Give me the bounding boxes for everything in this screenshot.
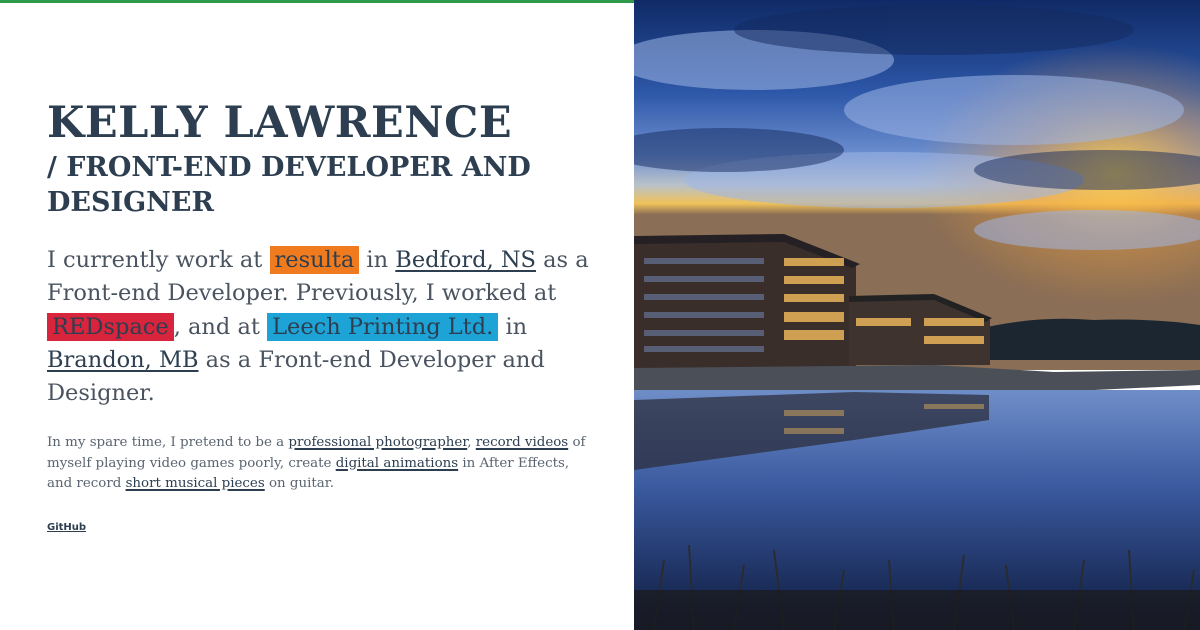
hobbies-paragraph: In my spare time, I pretend to be a prof… <box>47 433 587 495</box>
animations-link[interactable]: digital animations <box>336 456 458 471</box>
intro-panel: KELLY LAWRENCE / FRONT-END DEVELOPER AND… <box>0 0 634 630</box>
intro-text: in <box>359 247 396 273</box>
github-link[interactable]: GitHub <box>47 522 86 533</box>
intro-text: , and at <box>173 313 268 340</box>
page-title: KELLY LAWRENCE <box>47 98 513 148</box>
hero-photo <box>634 0 1200 630</box>
job-title: / FRONT-END DEVELOPER AND DESIGNER <box>47 152 531 218</box>
hobbies-text: on guitar. <box>264 476 334 491</box>
bedford-link[interactable]: Bedford, NS <box>395 247 536 273</box>
intro-text: I currently work at <box>47 247 270 273</box>
intro-text: in <box>498 313 528 340</box>
music-link[interactable]: short musical pieces <box>126 476 265 491</box>
hobbies-text: In my spare time, I pretend to be a <box>47 435 289 450</box>
redspace-link[interactable]: REDspace <box>47 312 174 341</box>
hobbies-text: , <box>467 435 476 450</box>
videos-link[interactable]: record videos <box>476 435 568 450</box>
waterfront-building-photo <box>634 0 1200 630</box>
intro-paragraph: I currently work at resulta in Bedford, … <box>47 244 592 410</box>
resulta-link[interactable]: resulta <box>269 246 360 274</box>
leech-printing-link[interactable]: Leech Printing Ltd. <box>267 312 499 341</box>
brandon-link[interactable]: Brandon, MB <box>47 347 199 373</box>
photography-link[interactable]: professional photographer <box>288 435 467 450</box>
